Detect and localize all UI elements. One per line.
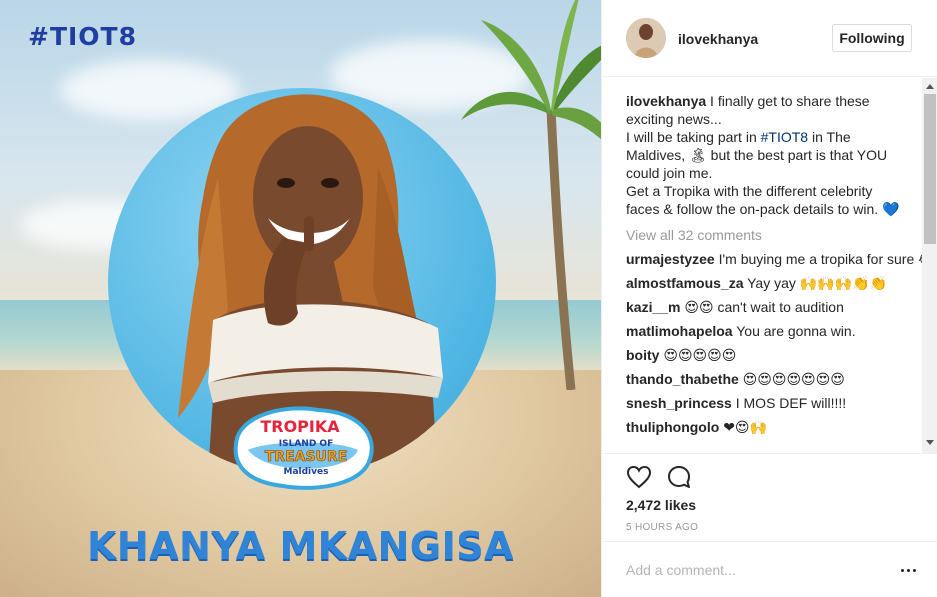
post-caption: ilovekhanya I finally get to share these… xyxy=(626,92,906,218)
comment-text: You are gonna win. xyxy=(736,323,856,339)
comment-username[interactable]: thando_thabethe xyxy=(626,371,739,387)
comment-item: urmajestyzee I'm buying me a tropika for… xyxy=(626,250,937,268)
comment-item: thuliphongolo ❤😍🙌 xyxy=(626,418,906,436)
logo-line1: TROPIKA xyxy=(260,417,340,436)
caption-hashtag-link[interactable]: #TIOT8 xyxy=(761,129,808,145)
comment-item: thando_thabethe 😍😍😍😍😍😍😍 xyxy=(626,370,906,388)
avatar[interactable] xyxy=(626,18,666,58)
following-button[interactable]: Following xyxy=(832,24,912,52)
comment-item: snesh_princess I MOS DEF will!!!! xyxy=(626,394,906,412)
post-image: #TIOT8 TROPIKA ISLAND OF TREASURE Maldiv… xyxy=(0,0,601,597)
view-all-comments-link[interactable]: View all 32 comments xyxy=(626,226,906,244)
comments-section[interactable]: ilovekhanya I finally get to share these… xyxy=(602,78,937,453)
logo-line4: Maldives xyxy=(284,467,329,477)
scrollbar-thumb[interactable] xyxy=(924,94,936,244)
comment-username[interactable]: matlimohapeloa xyxy=(626,323,733,339)
comment-text: I MOS DEF will!!!! xyxy=(735,395,847,411)
celebrity-name: KHANYA MKANGISA xyxy=(86,524,515,568)
comment-text: 😍😍😍😍😍 xyxy=(663,347,737,363)
comment-username[interactable]: almostfamous_za xyxy=(626,275,743,291)
comment-item: almostfamous_za Yay yay 🙌🙌🙌👏👏 xyxy=(626,274,906,292)
comment-username[interactable]: boity xyxy=(626,347,659,363)
comment-text: 😍😍 can't wait to audition xyxy=(684,299,844,315)
more-options-icon[interactable] xyxy=(898,562,918,578)
avatar-image xyxy=(626,18,666,58)
comment-text: Yay yay 🙌🙌🙌👏👏 xyxy=(747,275,887,291)
comments-scrollbar[interactable] xyxy=(922,78,937,453)
tropika-logo: TROPIKA ISLAND OF TREASURE Maldives xyxy=(233,406,374,490)
post-timestamp[interactable]: 5 HOURS AGO xyxy=(626,522,698,533)
comment-username[interactable]: snesh_princess xyxy=(626,395,732,411)
caption-text-4: Get a Tropika with the different celebri… xyxy=(626,183,900,217)
scroll-down-arrow-icon[interactable] xyxy=(926,440,934,445)
add-comment-bar xyxy=(602,541,937,597)
likes-count[interactable]: 2,472 likes xyxy=(626,497,696,513)
caption-text-2: I will be taking part in xyxy=(626,129,761,145)
comment-username[interactable]: thuliphongolo xyxy=(626,419,719,435)
comment-text: 😍😍😍😍😍😍😍 xyxy=(742,371,845,387)
add-comment-input[interactable] xyxy=(626,559,876,581)
post-header: ilovekhanya Following xyxy=(602,0,937,77)
comment-username[interactable]: kazi__m xyxy=(626,299,680,315)
comment-item: kazi__m 😍😍 can't wait to audition xyxy=(626,298,906,316)
logo-line2: ISLAND OF xyxy=(279,439,333,449)
heart-icon[interactable] xyxy=(626,464,652,490)
comment-text: I'm buying me a tropika for sure 😂😂😂😂 xyxy=(718,251,937,267)
scroll-up-arrow-icon[interactable] xyxy=(926,84,934,89)
comment-text: ❤😍🙌 xyxy=(723,419,767,435)
header-username[interactable]: ilovekhanya xyxy=(678,31,758,47)
post-actions xyxy=(602,453,937,497)
comments-list: ilovekhanya I finally get to share these… xyxy=(626,92,937,436)
caption-username[interactable]: ilovekhanya xyxy=(626,93,706,109)
post-side-panel: ilovekhanya Following ilovekhanya I fina… xyxy=(601,0,937,597)
comment-icon[interactable] xyxy=(666,464,692,490)
comment-item: matlimohapeloa You are gonna win. xyxy=(626,322,906,340)
comment-username[interactable]: urmajestyzee xyxy=(626,251,715,267)
logo-line3: TREASURE xyxy=(265,449,348,465)
comment-item: boity 😍😍😍😍😍 xyxy=(626,346,906,364)
hashtag-title: #TIOT8 xyxy=(28,22,138,51)
